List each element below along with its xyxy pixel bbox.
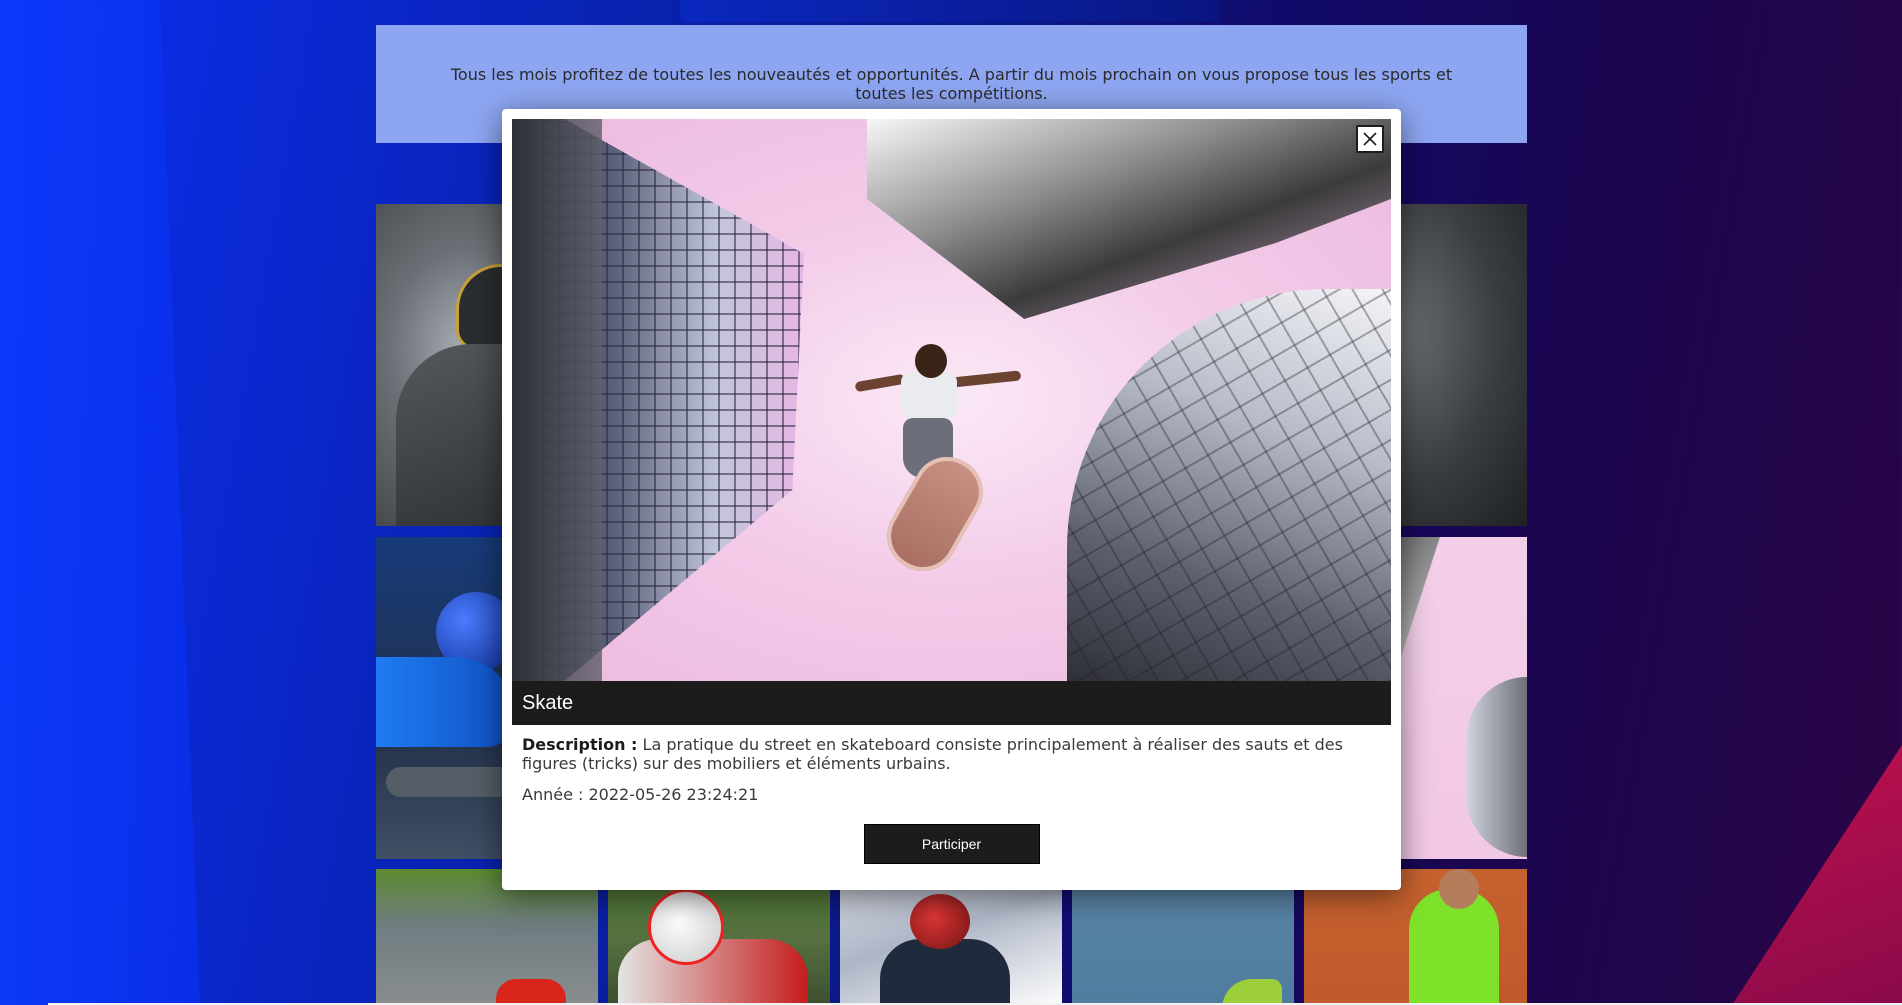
modal-overlay: Skate Description : La pratique du stree… <box>0 0 1902 1005</box>
modal-year: Année : 2022-05-26 23:24:21 <box>522 785 759 804</box>
modal-title-bar: Skate <box>512 681 1391 725</box>
sport-modal: Skate Description : La pratique du stree… <box>502 109 1401 890</box>
participate-button[interactable]: Participer <box>863 824 1040 864</box>
building-right-dome <box>1067 289 1391 681</box>
modal-description: Description : La pratique du street en s… <box>522 735 1381 773</box>
skater-torso <box>901 372 957 418</box>
description-label: Description : <box>522 735 638 754</box>
close-icon <box>1363 132 1377 146</box>
modal-title: Skate <box>522 691 574 714</box>
modal-image-skate <box>512 119 1391 681</box>
description-text: La pratique du street en skateboard cons… <box>522 735 1343 773</box>
building-left-edge <box>512 119 602 681</box>
participate-wrap: Participer <box>522 824 1381 864</box>
modal-body: Description : La pratique du street en s… <box>512 725 1391 864</box>
skater-arm-right <box>950 370 1022 388</box>
skater-head <box>915 344 947 378</box>
skater-arm-left <box>854 373 906 393</box>
close-modal-button[interactable] <box>1356 125 1384 153</box>
